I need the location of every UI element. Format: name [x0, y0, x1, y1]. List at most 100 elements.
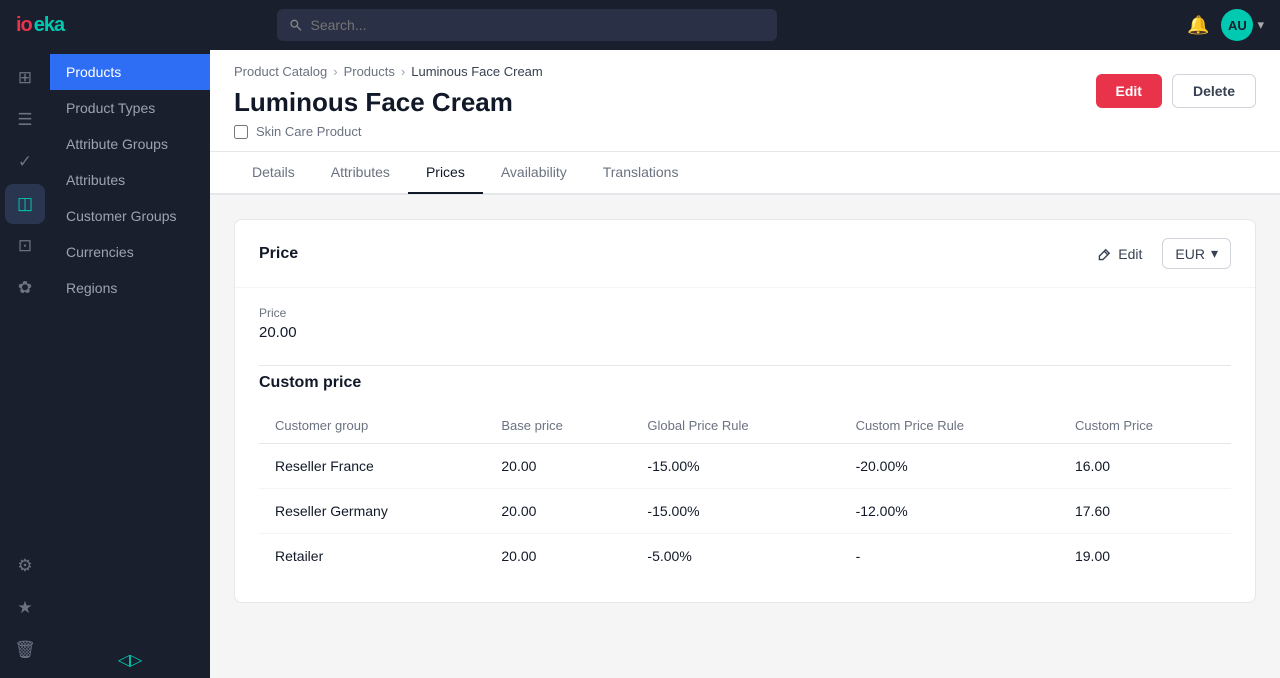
- page-header-left: Product Catalog › Products › Luminous Fa…: [234, 64, 543, 151]
- breadcrumb-catalog[interactable]: Product Catalog: [234, 64, 327, 79]
- sidebar-icon-catalog[interactable]: ◫: [5, 184, 45, 224]
- logo[interactable]: ioeka: [16, 14, 64, 37]
- currency-chevron: ▾: [1211, 245, 1218, 262]
- price-edit-link[interactable]: Edit: [1088, 240, 1152, 268]
- price-card-actions: Edit EUR ▾: [1088, 238, 1231, 269]
- header-actions: Edit Delete: [1096, 64, 1256, 108]
- breadcrumb-current: Luminous Face Cream: [411, 64, 543, 79]
- logo-eka: eka: [34, 14, 64, 37]
- avatar-chevron: ▾: [1257, 17, 1264, 33]
- user-menu[interactable]: AU ▾: [1221, 9, 1264, 41]
- search-icon: [289, 18, 302, 32]
- search-bar[interactable]: [277, 9, 777, 41]
- cell-customer-group: Reseller France: [259, 444, 485, 489]
- cell-custom-price: 17.60: [1059, 489, 1231, 534]
- table-row: Reseller France20.00-15.00%-20.00%16.00: [259, 444, 1231, 489]
- sidebar-nav: Products Product Types Attribute Groups …: [50, 50, 210, 642]
- tab-content: Price Edit EUR ▾ Price 20.00: [210, 195, 1280, 678]
- custom-price-section: Custom price Customer group Base price G…: [235, 366, 1255, 602]
- col-custom-price: Custom Price: [1059, 408, 1231, 444]
- cell-custom-price-rule: -: [840, 534, 1059, 579]
- sidebar-item-attributes[interactable]: Attributes: [50, 162, 210, 198]
- price-card-header: Price Edit EUR ▾: [235, 220, 1255, 288]
- tabs: Details Attributes Prices Availability T…: [210, 152, 1280, 194]
- product-checkbox[interactable]: [234, 125, 248, 139]
- cell-base-price: 20.00: [485, 489, 631, 534]
- sidebar-icon-tasks[interactable]: ✓: [5, 142, 45, 182]
- product-subtitle-text: Skin Care Product: [256, 124, 362, 139]
- sidebar-icon-star[interactable]: ★: [5, 588, 45, 628]
- app-body: ⊞ ☰ ✓ ◫ ⊡ ✿ ⚙ ★ 🗑 Products Product: [0, 50, 1280, 678]
- cell-customer-group: Retailer: [259, 534, 485, 579]
- breadcrumb-sep-2: ›: [401, 64, 405, 79]
- breadcrumb: Product Catalog › Products › Luminous Fa…: [234, 64, 543, 79]
- cell-custom-price-rule: -20.00%: [840, 444, 1059, 489]
- edit-icon: [1098, 247, 1112, 261]
- price-value: 20.00: [259, 324, 1231, 341]
- tab-details[interactable]: Details: [234, 152, 313, 194]
- edit-button[interactable]: Edit: [1096, 74, 1162, 108]
- page-title: Luminous Face Cream: [234, 87, 543, 118]
- star-icon: ★: [17, 598, 32, 618]
- tab-attributes[interactable]: Attributes: [313, 152, 408, 194]
- sidebar-icon-orders[interactable]: ☰: [5, 100, 45, 140]
- sidebar-item-product-types[interactable]: Product Types: [50, 90, 210, 126]
- cell-customer-group: Reseller Germany: [259, 489, 485, 534]
- delete-button[interactable]: Delete: [1172, 74, 1256, 108]
- cell-base-price: 20.00: [485, 534, 631, 579]
- dashboard-icon: ⊞: [18, 68, 32, 88]
- col-custom-price-rule: Custom Price Rule: [840, 408, 1059, 444]
- logo-io: io: [16, 14, 32, 37]
- sidebar-item-customer-groups[interactable]: Customer Groups: [50, 198, 210, 234]
- currency-dropdown[interactable]: EUR ▾: [1162, 238, 1231, 269]
- tasks-icon: ✓: [18, 152, 32, 172]
- tabs-container: Details Attributes Prices Availability T…: [210, 152, 1280, 195]
- avatar: AU: [1221, 9, 1253, 41]
- search-input[interactable]: [310, 9, 765, 41]
- col-base-price: Base price: [485, 408, 631, 444]
- custom-price-table: Customer group Base price Global Price R…: [259, 408, 1231, 578]
- cell-base-price: 20.00: [485, 444, 631, 489]
- tab-prices[interactable]: Prices: [408, 152, 483, 194]
- users-icon: ✿: [18, 278, 32, 298]
- custom-price-title: Custom price: [259, 366, 1231, 392]
- sidebar-icon-users[interactable]: ✿: [5, 268, 45, 308]
- sidebar-icon-settings[interactable]: ⚙: [5, 546, 45, 586]
- product-subtitle: Skin Care Product: [234, 124, 543, 139]
- price-section: Price 20.00: [235, 288, 1255, 365]
- main-content: Product Catalog › Products › Luminous Fa…: [210, 50, 1280, 678]
- catalog-icon: ◫: [17, 194, 33, 214]
- sidebar-item-currencies[interactable]: Currencies: [50, 234, 210, 270]
- sidebar-icon-cart[interactable]: ⊡: [5, 226, 45, 266]
- cell-global-price-rule: -5.00%: [631, 534, 839, 579]
- price-edit-label: Edit: [1118, 246, 1142, 262]
- settings-icon: ⚙: [17, 556, 32, 576]
- currency-value: EUR: [1175, 246, 1205, 262]
- notification-icon[interactable]: 🔔: [1187, 15, 1209, 36]
- price-card-title: Price: [259, 245, 298, 263]
- collapse-icon: ◁▷: [118, 650, 143, 670]
- cell-custom-price: 16.00: [1059, 444, 1231, 489]
- sidebar-item-attribute-groups[interactable]: Attribute Groups: [50, 126, 210, 162]
- price-card: Price Edit EUR ▾ Price 20.00: [234, 219, 1256, 603]
- cart-icon: ⊡: [18, 236, 32, 256]
- breadcrumb-sep-1: ›: [333, 64, 337, 79]
- table-row: Reseller Germany20.00-15.00%-12.00%17.60: [259, 489, 1231, 534]
- page-header: Product Catalog › Products › Luminous Fa…: [210, 50, 1280, 152]
- sidebar-item-regions[interactable]: Regions: [50, 270, 210, 306]
- sidebar-text: Products Product Types Attribute Groups …: [50, 50, 210, 678]
- sidebar-icon-trash[interactable]: 🗑: [5, 630, 45, 670]
- top-navigation: ioeka 🔔 AU ▾: [0, 0, 1280, 50]
- sidebar-item-products[interactable]: Products: [50, 54, 210, 90]
- cell-global-price-rule: -15.00%: [631, 489, 839, 534]
- tab-translations[interactable]: Translations: [585, 152, 697, 194]
- cell-custom-price: 19.00: [1059, 534, 1231, 579]
- cell-custom-price-rule: -12.00%: [840, 489, 1059, 534]
- tab-availability[interactable]: Availability: [483, 152, 585, 194]
- breadcrumb-products[interactable]: Products: [344, 64, 395, 79]
- col-customer-group: Customer group: [259, 408, 485, 444]
- sidebar-icon-dashboard[interactable]: ⊞: [5, 58, 45, 98]
- price-label: Price: [259, 306, 1231, 320]
- sidebar-icons: ⊞ ☰ ✓ ◫ ⊡ ✿ ⚙ ★ 🗑: [0, 50, 50, 678]
- sidebar-collapse-button[interactable]: ◁▷: [50, 642, 210, 678]
